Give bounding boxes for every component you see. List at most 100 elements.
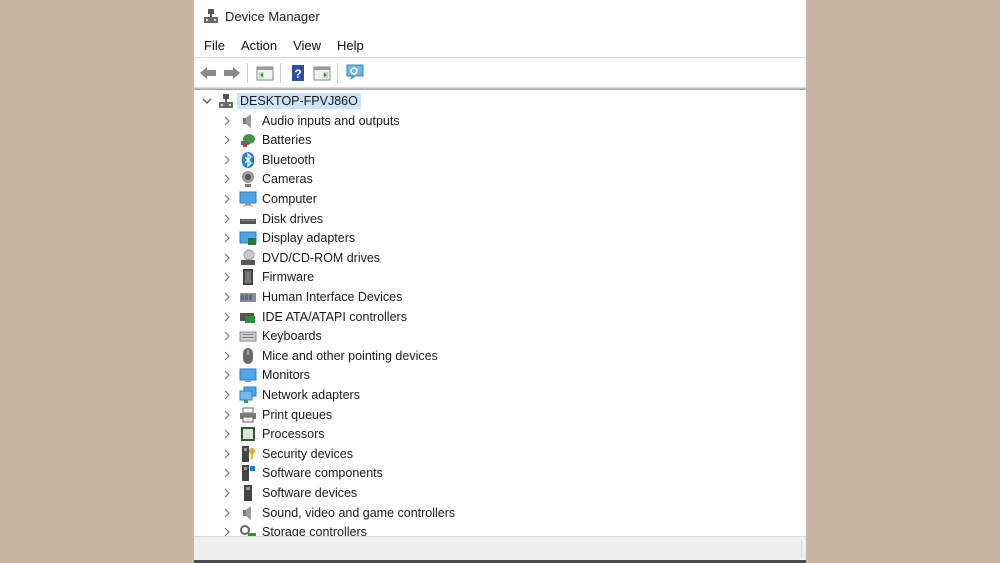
toolbar-separator (337, 62, 338, 83)
tree-item[interactable]: Network adapters (194, 385, 806, 404)
processor-icon (239, 425, 257, 443)
tree-item-label[interactable]: DVD/CD-ROM drives (262, 251, 380, 265)
chevron-right-icon[interactable] (221, 385, 233, 404)
chevron-right-icon[interactable] (221, 229, 233, 248)
tree-item[interactable]: Sound, video and game controllers (194, 503, 806, 522)
chevron-right-icon[interactable] (221, 346, 233, 365)
tree-item-label[interactable]: Firmware (262, 270, 314, 284)
root-computer-label[interactable]: DESKTOP-FPVJ86O (237, 92, 361, 109)
tree-item[interactable]: Security devices (194, 444, 806, 463)
tree-item[interactable]: Disk drives (194, 209, 806, 228)
tree-item[interactable]: Storage controllers (194, 523, 806, 536)
tree-item[interactable]: Monitors (194, 366, 806, 385)
tree-item-label[interactable]: Network adapters (262, 388, 360, 402)
chevron-right-icon[interactable] (221, 503, 233, 522)
tree-item[interactable]: Software components (194, 464, 806, 483)
tree-item-label[interactable]: Cameras (262, 172, 313, 186)
tree-item[interactable]: Software devices (194, 483, 806, 502)
forward-button[interactable] (221, 62, 243, 84)
dvd-drive-icon (239, 249, 257, 267)
computer-network-icon (217, 92, 235, 110)
mouse-icon (239, 347, 257, 365)
tree-item[interactable]: Processors (194, 425, 806, 444)
chevron-right-icon[interactable] (221, 150, 233, 169)
chevron-right-icon[interactable] (221, 307, 233, 326)
keyboard-icon (239, 327, 257, 345)
scan-hardware-button[interactable] (344, 62, 366, 84)
printer-icon (239, 406, 257, 424)
tree-item-label[interactable]: Batteries (262, 133, 311, 147)
show-hide-action-pane-button[interactable] (311, 62, 333, 84)
tree-item-label[interactable]: Software components (262, 466, 383, 480)
help-button[interactable]: ? (287, 62, 309, 84)
back-button[interactable] (197, 62, 219, 84)
show-hide-console-tree-button[interactable] (254, 62, 276, 84)
tree-item[interactable]: IDE ATA/ATAPI controllers (194, 307, 806, 326)
tree-item[interactable]: Computer (194, 189, 806, 208)
tree-item-label[interactable]: Computer (262, 192, 317, 206)
storage-controller-icon (239, 523, 257, 536)
device-manager-window: Device Manager File Action View Help ? D… (194, 0, 806, 563)
tree-item[interactable]: Print queues (194, 405, 806, 424)
menu-help[interactable]: Help (330, 38, 371, 53)
chevron-right-icon[interactable] (221, 523, 233, 536)
chevron-right-icon[interactable] (221, 366, 233, 385)
action-pane-icon (313, 66, 331, 80)
software-component-icon (239, 464, 257, 482)
chevron-right-icon[interactable] (221, 444, 233, 463)
tree-item[interactable]: Display adapters (194, 229, 806, 248)
tree-item-label[interactable]: Software devices (262, 486, 357, 500)
tree-item[interactable]: Batteries (194, 131, 806, 150)
tree-item[interactable]: Mice and other pointing devices (194, 346, 806, 365)
device-manager-app-icon (203, 8, 219, 24)
tree-item[interactable]: Cameras (194, 170, 806, 189)
monitor-icon (239, 366, 257, 384)
tree-item[interactable]: Human Interface Devices (194, 287, 806, 306)
tree-item-label[interactable]: Monitors (262, 368, 310, 382)
device-tree: DESKTOP-FPVJ86O Audio inputs and outputs… (194, 90, 806, 536)
bluetooth-icon (239, 151, 257, 169)
chevron-right-icon[interactable] (221, 248, 233, 267)
chevron-right-icon[interactable] (221, 464, 233, 483)
tree-item[interactable]: DVD/CD-ROM drives (194, 248, 806, 267)
chevron-right-icon[interactable] (221, 209, 233, 228)
tree-item-label[interactable]: Security devices (262, 447, 353, 461)
tree-item-label[interactable]: Bluetooth (262, 153, 315, 167)
chevron-right-icon[interactable] (221, 170, 233, 189)
tree-item-label[interactable]: Disk drives (262, 212, 323, 226)
tree-item-label[interactable]: Print queues (262, 408, 332, 422)
back-arrow-icon (200, 66, 216, 79)
tree-item-label[interactable]: IDE ATA/ATAPI controllers (262, 310, 407, 324)
tree-item-label[interactable]: Mice and other pointing devices (262, 349, 438, 363)
chevron-right-icon[interactable] (221, 287, 233, 306)
tree-item-label[interactable]: Sound, video and game controllers (262, 506, 455, 520)
tree-item-label[interactable]: Storage controllers (262, 525, 367, 536)
chevron-right-icon[interactable] (221, 111, 233, 130)
tree-item-label[interactable]: Processors (262, 427, 325, 441)
menu-view[interactable]: View (286, 38, 328, 53)
menu-file[interactable]: File (197, 38, 232, 53)
chevron-right-icon[interactable] (221, 131, 233, 150)
tree-root[interactable]: DESKTOP-FPVJ86O (194, 91, 806, 110)
tree-item[interactable]: Firmware (194, 268, 806, 287)
chevron-right-icon[interactable] (221, 268, 233, 287)
chevron-down-icon[interactable] (201, 91, 213, 110)
chevron-right-icon[interactable] (221, 327, 233, 346)
webcam-icon (239, 170, 257, 188)
status-bar-divider (801, 540, 802, 558)
chevron-right-icon[interactable] (221, 405, 233, 424)
chevron-right-icon[interactable] (221, 483, 233, 502)
tree-item[interactable]: Audio inputs and outputs (194, 111, 806, 130)
chevron-right-icon[interactable] (221, 189, 233, 208)
tree-item[interactable]: Keyboards (194, 327, 806, 346)
tree-item-label[interactable]: Keyboards (262, 329, 322, 343)
chevron-right-icon[interactable] (221, 425, 233, 444)
toolbar: ? (194, 57, 806, 87)
computer-icon (239, 190, 257, 208)
tree-item[interactable]: Bluetooth (194, 150, 806, 169)
svg-text:?: ? (294, 67, 301, 81)
tree-item-label[interactable]: Audio inputs and outputs (262, 114, 400, 128)
tree-item-label[interactable]: Human Interface Devices (262, 290, 402, 304)
menu-action[interactable]: Action (234, 38, 284, 53)
tree-item-label[interactable]: Display adapters (262, 231, 355, 245)
